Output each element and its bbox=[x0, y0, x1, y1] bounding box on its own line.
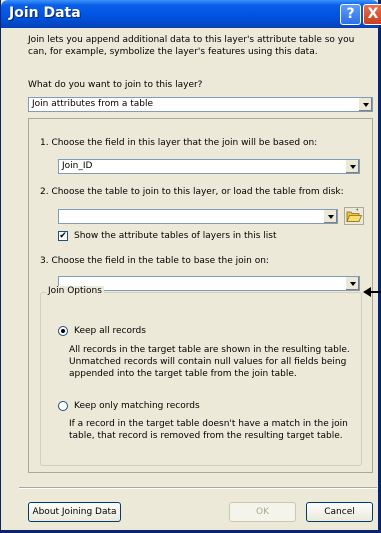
chevron-down-icon[interactable] bbox=[358, 98, 372, 111]
layer-field-value: Join_ID bbox=[62, 161, 93, 171]
close-button[interactable]: X bbox=[363, 4, 381, 25]
join-type-value: Join attributes from a table bbox=[32, 99, 154, 109]
join-type-select[interactable]: Join attributes from a table bbox=[28, 97, 373, 112]
dialog-title: Join Data bbox=[9, 5, 81, 21]
show-attribute-tables-checkbox[interactable]: ✔ bbox=[58, 231, 68, 241]
cancel-button[interactable]: Cancel bbox=[306, 502, 373, 522]
keep-matching-records-description: If a record in the target table doesn't … bbox=[69, 419, 348, 441]
help-button[interactable]: ? bbox=[340, 4, 361, 25]
keep-matching-records-label: Keep only matching records bbox=[74, 401, 200, 411]
chevron-down-icon[interactable] bbox=[323, 210, 337, 223]
folder-open-icon[interactable] bbox=[344, 207, 364, 225]
title-bar[interactable]: Join Data ? X bbox=[1, 0, 381, 28]
keep-all-records-label: Keep all records bbox=[74, 326, 146, 336]
step2-label: 2. Choose the table to join to this laye… bbox=[40, 187, 344, 197]
chevron-down-icon[interactable] bbox=[345, 277, 359, 290]
join-table-select[interactable] bbox=[58, 209, 338, 224]
layer-field-select[interactable]: Join_ID bbox=[58, 159, 360, 174]
join-options-legend: Join Options bbox=[46, 286, 104, 296]
annotation-arrow-icon bbox=[363, 286, 381, 298]
button-separator bbox=[19, 487, 377, 489]
ok-button[interactable]: OK bbox=[229, 502, 296, 522]
chevron-down-icon[interactable] bbox=[345, 160, 359, 173]
keep-all-records-description: All records in the target table are show… bbox=[69, 345, 350, 379]
step1-label: 1. Choose the field in this layer that t… bbox=[40, 138, 318, 148]
dialog-description: Join lets you append additional data to … bbox=[28, 35, 355, 57]
show-attribute-tables-label: Show the attribute tables of layers in t… bbox=[74, 231, 277, 241]
keep-matching-records-radio[interactable] bbox=[58, 401, 68, 411]
step3-label: 3. Choose the field in the table to base… bbox=[40, 256, 269, 266]
keep-all-records-radio[interactable] bbox=[58, 326, 68, 336]
join-question-label: What do you want to join to this layer? bbox=[28, 80, 203, 90]
about-joining-data-button[interactable]: About Joining Data bbox=[28, 502, 121, 522]
join-data-dialog: Join Data ? X Join lets you append addit… bbox=[0, 0, 381, 533]
